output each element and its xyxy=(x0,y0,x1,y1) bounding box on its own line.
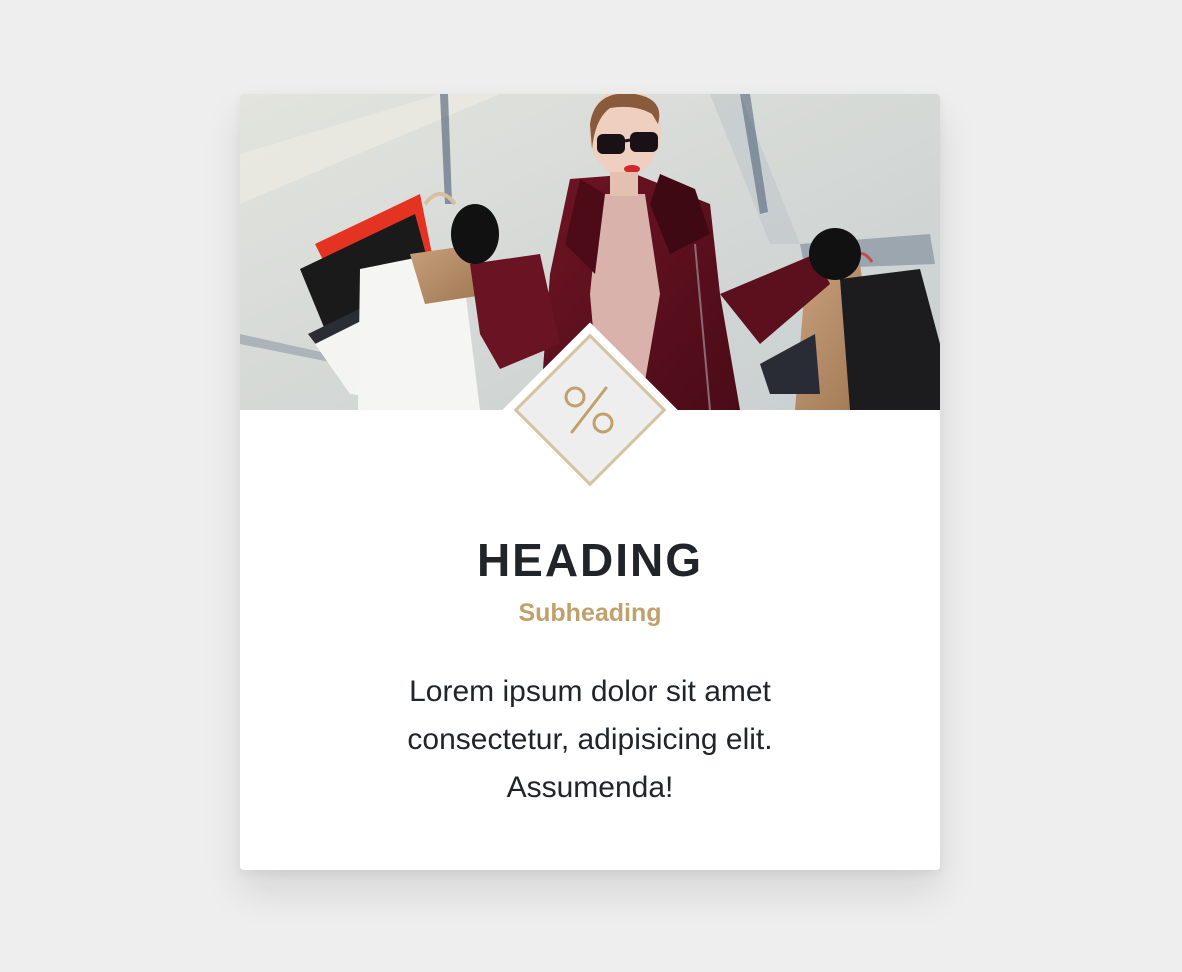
promo-card: HEADING Subheading Lorem ipsum dolor sit… xyxy=(240,94,940,870)
card-body-text: Lorem ipsum dolor sit amet consectetur, … xyxy=(407,675,773,804)
card-subheading: Subheading xyxy=(518,599,662,627)
card-heading: HEADING xyxy=(476,534,704,586)
percent-icon xyxy=(564,386,614,434)
